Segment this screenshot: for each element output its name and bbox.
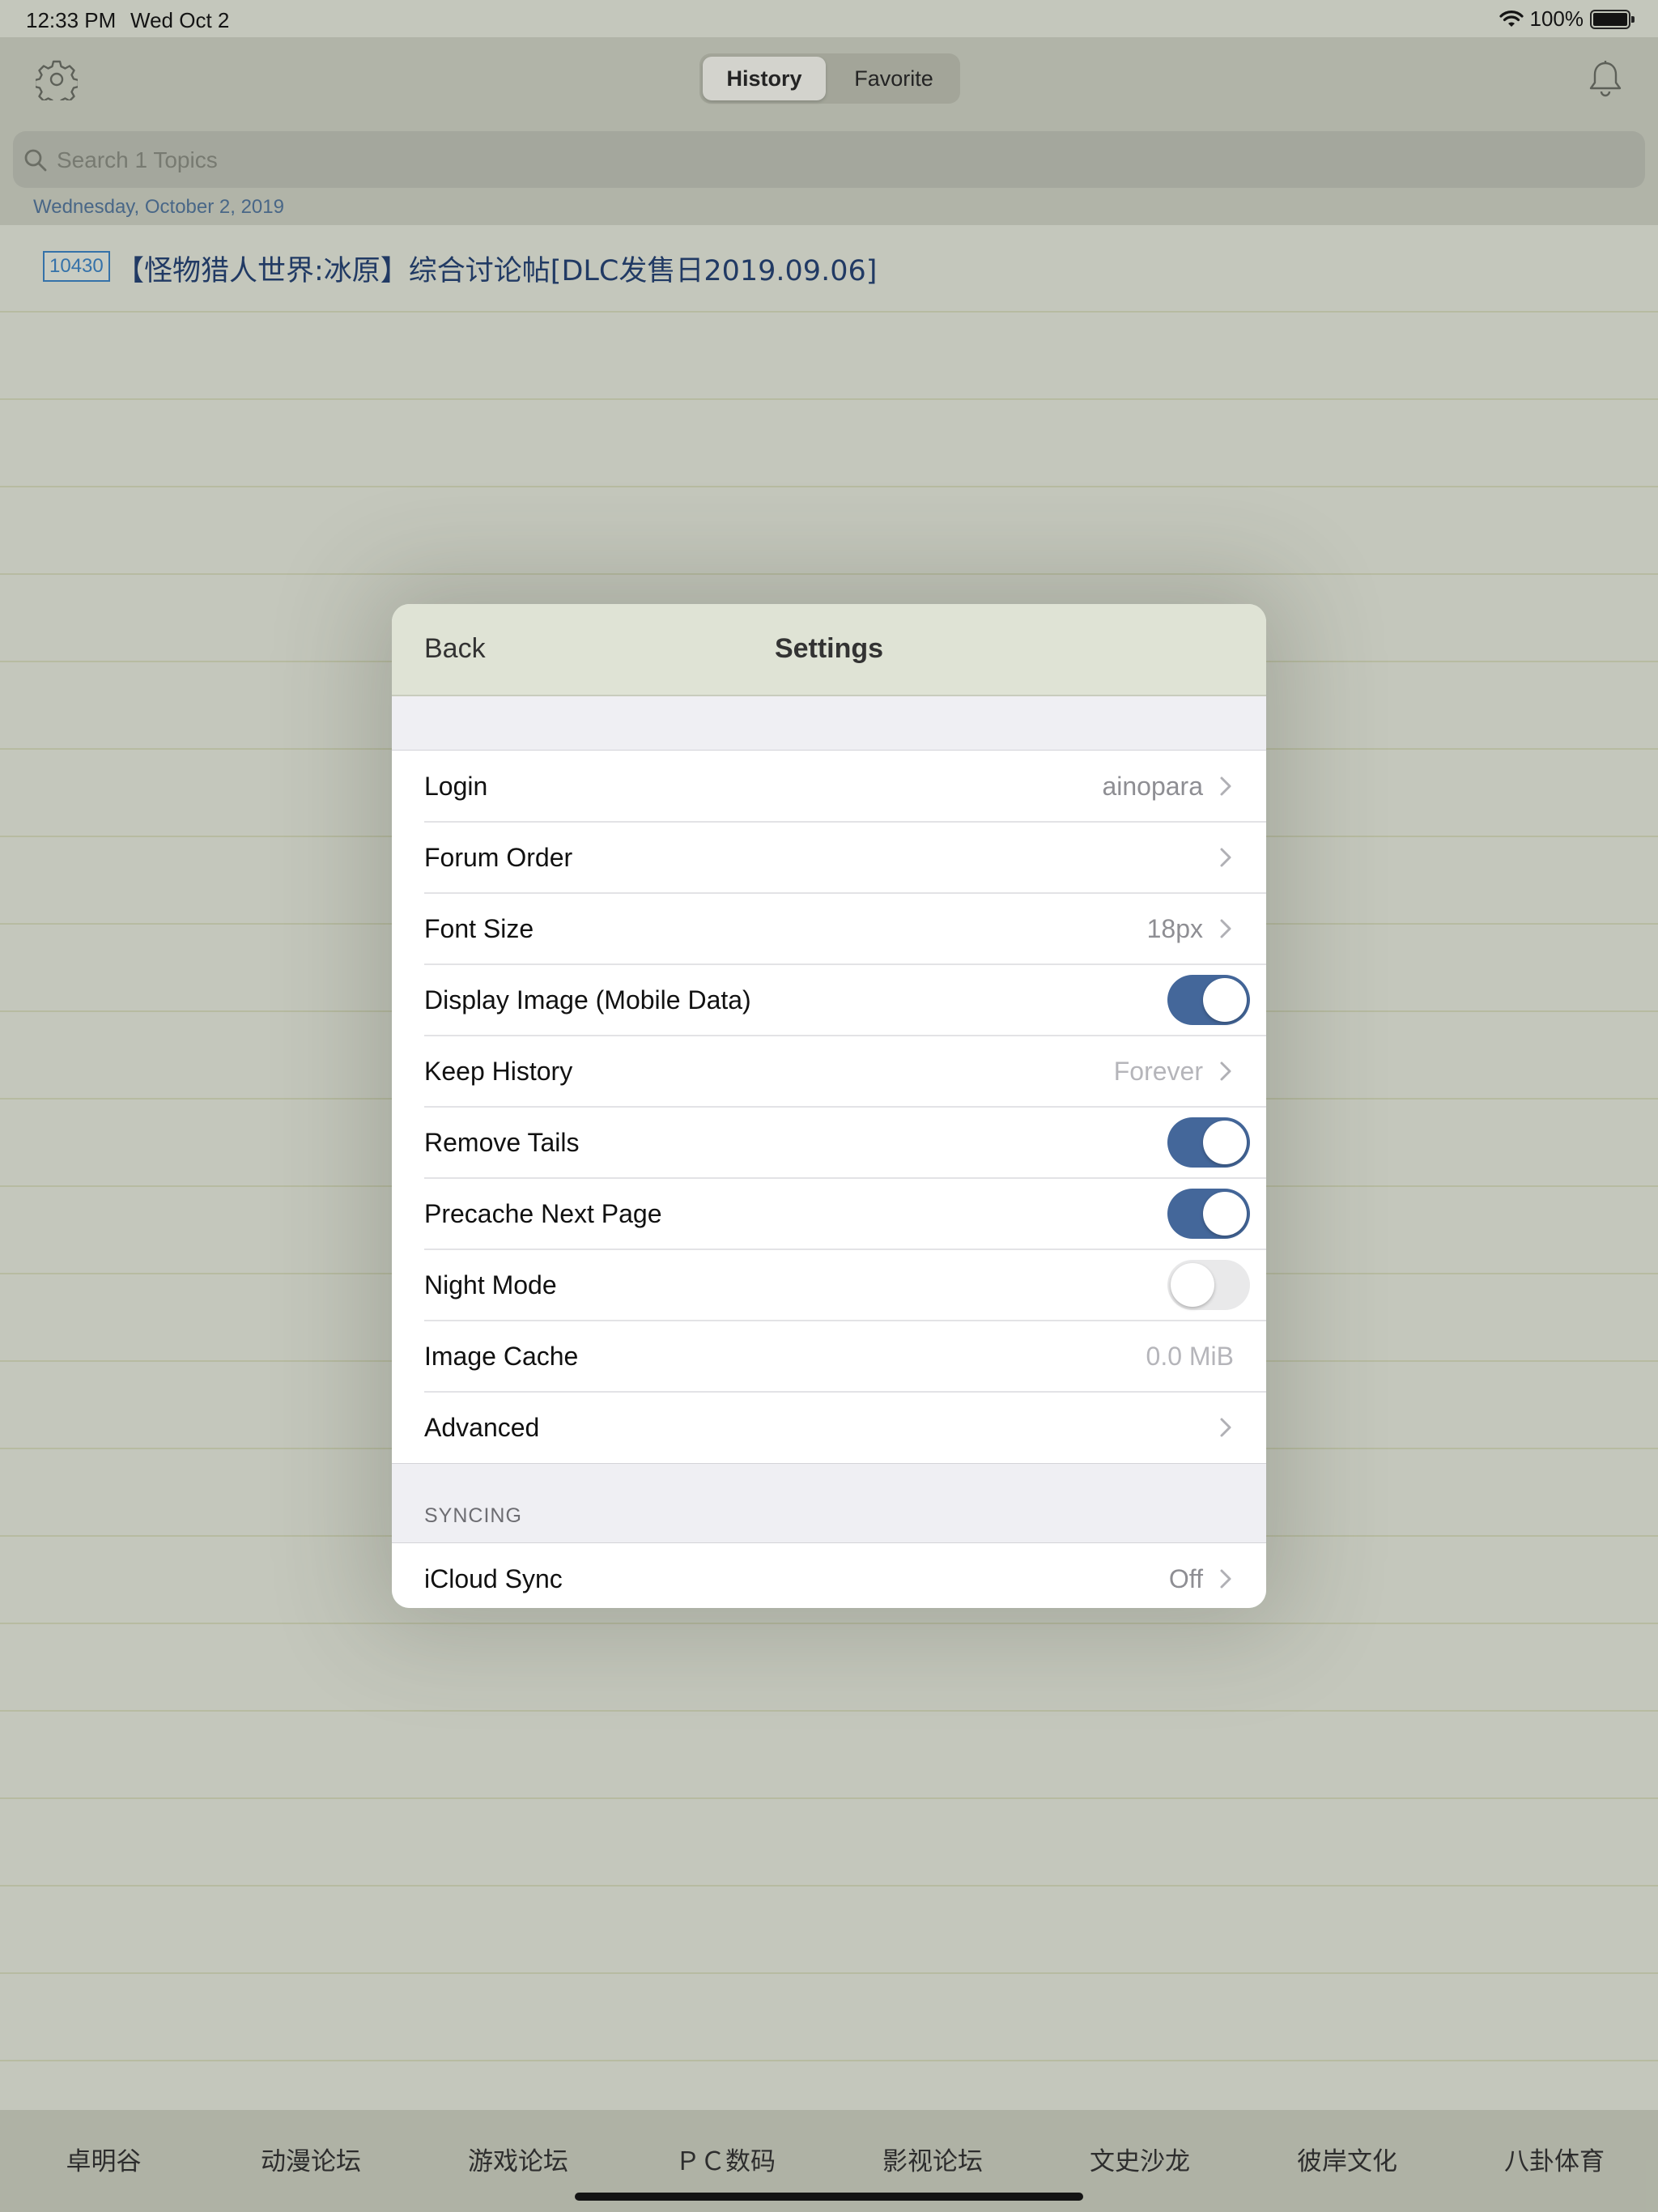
chevron-right-icon xyxy=(1220,848,1231,867)
night-mode-row: Night Mode xyxy=(392,1249,1266,1321)
image-cache-label: Image Cache xyxy=(424,1342,579,1371)
keep-history-label: Keep History xyxy=(424,1057,573,1086)
precache-label: Precache Next Page xyxy=(424,1199,662,1228)
font-size-value: 18px xyxy=(1146,914,1203,943)
syncing-section-header: SYNCING xyxy=(424,1504,522,1527)
precache-row: Precache Next Page xyxy=(392,1177,1266,1249)
precache-toggle[interactable] xyxy=(1167,1189,1250,1239)
night-mode-label: Night Mode xyxy=(424,1270,557,1300)
advanced-row[interactable]: Advanced xyxy=(392,1391,1266,1463)
settings-group-general: Login ainopara Forum Order Font Size 18p… xyxy=(392,750,1266,1464)
login-value: ainopara xyxy=(1102,772,1203,801)
icloud-sync-label: iCloud Sync xyxy=(424,1564,563,1593)
settings-title: Settings xyxy=(774,633,884,664)
keep-history-value: Forever xyxy=(1113,1057,1203,1086)
image-cache-value: 0.0 MiB xyxy=(1146,1342,1234,1371)
app-root: 12:33 PM Wed Oct 2 100% History Favorite… xyxy=(0,0,1658,2212)
keep-history-row[interactable]: Keep History Forever xyxy=(392,1035,1266,1107)
image-cache-row[interactable]: Image Cache 0.0 MiB xyxy=(392,1320,1266,1392)
chevron-right-icon xyxy=(1220,919,1231,938)
font-size-row[interactable]: Font Size 18px xyxy=(392,892,1266,964)
settings-header: Back Settings xyxy=(392,604,1266,696)
chevron-right-icon xyxy=(1220,1061,1231,1081)
remove-tails-label: Remove Tails xyxy=(424,1128,580,1157)
chevron-right-icon xyxy=(1220,1418,1231,1437)
chevron-right-icon xyxy=(1220,1569,1231,1589)
login-label: Login xyxy=(424,772,488,801)
forum-order-row[interactable]: Forum Order xyxy=(392,821,1266,893)
display-image-toggle[interactable] xyxy=(1167,975,1250,1025)
chevron-right-icon xyxy=(1220,776,1231,796)
icloud-sync-row[interactable]: iCloud Sync Off xyxy=(392,1543,1266,1608)
display-image-label: Display Image (Mobile Data) xyxy=(424,985,751,1015)
remove-tails-toggle[interactable] xyxy=(1167,1117,1250,1168)
settings-modal: Back Settings Login ainopara Forum Order… xyxy=(392,604,1266,1608)
advanced-label: Advanced xyxy=(424,1413,540,1442)
remove-tails-row: Remove Tails xyxy=(392,1106,1266,1178)
icloud-sync-value: Off xyxy=(1168,1564,1203,1593)
display-image-row: Display Image (Mobile Data) xyxy=(392,963,1266,1036)
night-mode-toggle[interactable] xyxy=(1167,1260,1250,1310)
settings-group-syncing: iCloud Sync Off xyxy=(392,1542,1266,1608)
login-row[interactable]: Login ainopara xyxy=(392,751,1266,822)
forum-order-label: Forum Order xyxy=(424,843,573,872)
font-size-label: Font Size xyxy=(424,914,534,943)
